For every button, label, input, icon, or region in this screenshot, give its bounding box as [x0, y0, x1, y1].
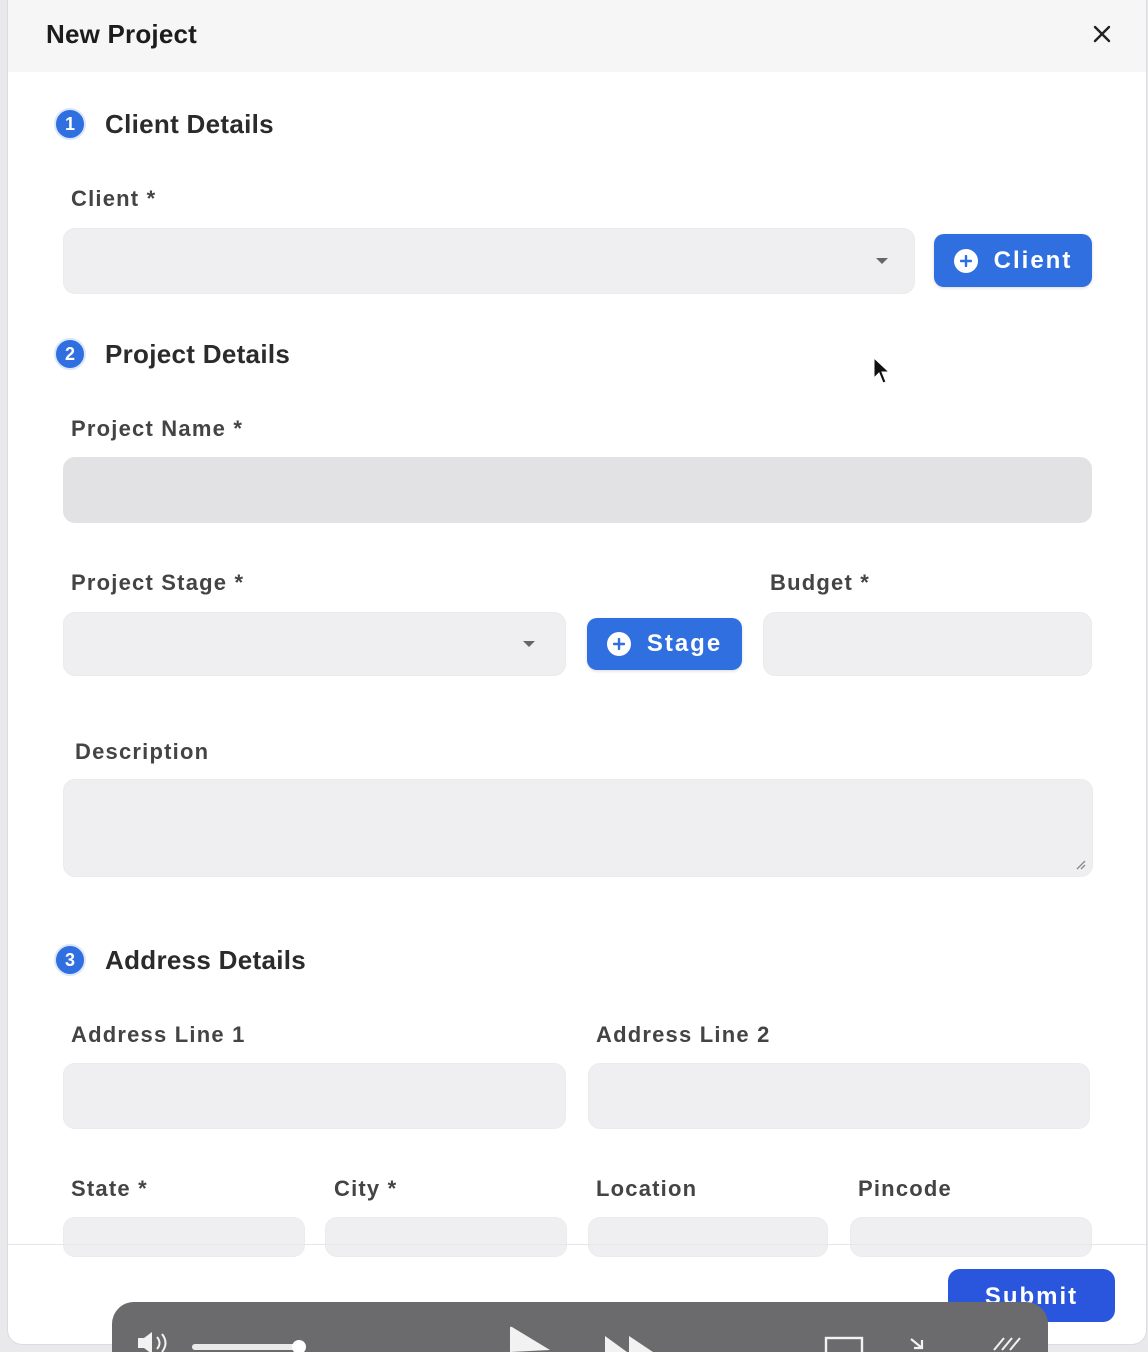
address-line-2-label: Address Line 2 — [596, 1022, 771, 1047]
address-details-header: 3 Address Details — [54, 944, 306, 976]
fullscreen-icon[interactable] — [824, 1336, 864, 1352]
pincode-label: Pincode — [858, 1176, 952, 1201]
section-title-address: Address Details — [105, 944, 307, 975]
volume-icon[interactable] — [136, 1332, 180, 1352]
chevron-down-icon — [876, 258, 888, 264]
modal-header: New Project — [8, 0, 1146, 72]
section-title-project: Project Details — [105, 338, 291, 369]
project-stage-label: Project Stage * — [71, 570, 245, 595]
video-player-bar — [112, 1302, 1048, 1352]
add-stage-label: Stage — [646, 630, 723, 657]
project-details-header: 2 Project Details — [54, 338, 290, 370]
description-textarea[interactable] — [63, 779, 1093, 877]
chevron-down-icon — [523, 641, 535, 647]
budget-input[interactable] — [763, 612, 1092, 676]
project-name-label: Project Name * — [71, 416, 244, 441]
address-line-1-label: Address Line 1 — [71, 1022, 246, 1047]
address-line-1-input[interactable] — [63, 1063, 566, 1129]
new-project-modal: New Project 1 Client Details Client * Cl… — [8, 0, 1146, 1344]
step-badge-2: 2 — [54, 338, 86, 370]
budget-label: Budget * — [770, 570, 871, 595]
section-title-client: Client Details — [105, 108, 274, 139]
modal-title: New Project — [46, 19, 198, 49]
city-label: City * — [334, 1176, 398, 1201]
location-label: Location — [596, 1176, 698, 1201]
add-client-label: Client — [993, 246, 1073, 274]
exit-pip-icon[interactable] — [908, 1336, 928, 1352]
plus-circle-icon — [606, 632, 631, 656]
mouse-cursor-icon — [873, 357, 891, 384]
volume-slider[interactable] — [192, 1340, 306, 1352]
description-label: Description — [75, 739, 210, 764]
state-select[interactable] — [63, 1217, 305, 1257]
location-input[interactable] — [588, 1217, 828, 1257]
city-select[interactable] — [325, 1217, 567, 1257]
volume-slider-handle[interactable] — [292, 1340, 306, 1352]
client-details-header: 1 Client Details — [54, 108, 274, 140]
fast-forward-icon[interactable] — [605, 1336, 655, 1352]
volume-slider-fill — [192, 1344, 296, 1350]
plus-circle-icon — [953, 248, 978, 273]
footer-divider — [8, 1244, 1146, 1245]
add-stage-button[interactable]: Stage — [587, 618, 742, 670]
chevrons-icon[interactable] — [992, 1336, 1026, 1352]
state-label: State * — [71, 1176, 148, 1201]
project-stage-select[interactable] — [63, 612, 566, 676]
close-icon — [1093, 25, 1111, 43]
address-line-2-input[interactable] — [588, 1063, 1090, 1129]
close-button[interactable] — [1086, 18, 1118, 50]
add-client-button[interactable]: Client — [934, 234, 1092, 287]
step-badge-3: 3 — [54, 944, 86, 976]
project-name-input[interactable] — [63, 457, 1092, 523]
play-icon[interactable] — [506, 1326, 552, 1352]
client-label: Client * — [71, 186, 157, 211]
resize-grip-icon[interactable] — [1074, 858, 1086, 870]
step-badge-1: 1 — [54, 108, 86, 140]
pincode-input[interactable] — [850, 1217, 1092, 1257]
client-select[interactable] — [63, 228, 915, 294]
